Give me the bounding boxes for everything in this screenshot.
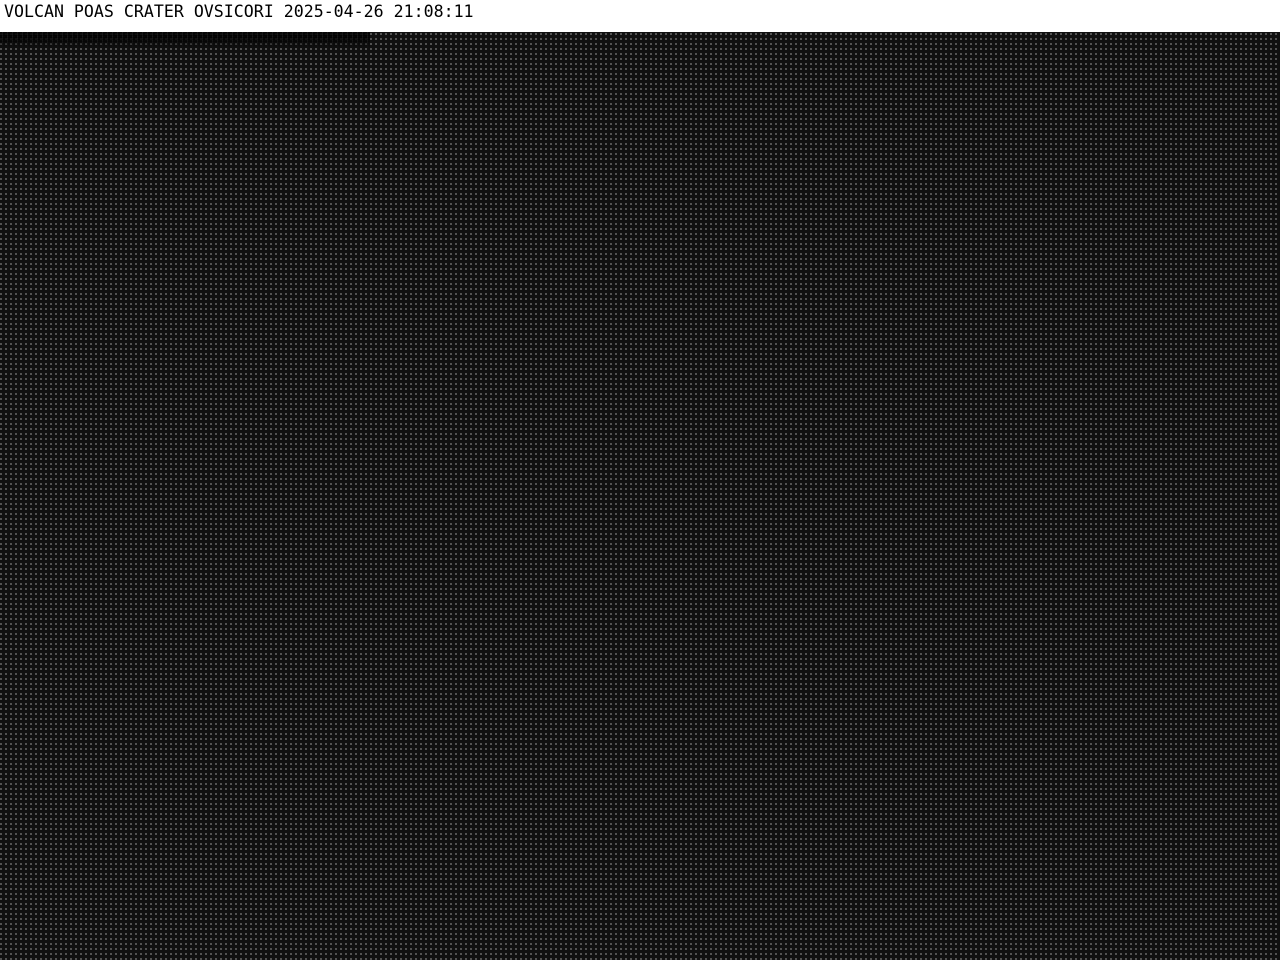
camera-caption: VOLCAN POAS CRATER OVSICORI 2025-04-26 2… (4, 2, 474, 21)
webcam-frame: VOLCAN POAS CRATER OVSICORI 2025-04-26 2… (0, 0, 1280, 960)
caption-bar: VOLCAN POAS CRATER OVSICORI 2025-04-26 2… (0, 0, 1280, 32)
camera-image-night-noise (0, 32, 1280, 960)
sensor-noise-strip (0, 32, 370, 48)
